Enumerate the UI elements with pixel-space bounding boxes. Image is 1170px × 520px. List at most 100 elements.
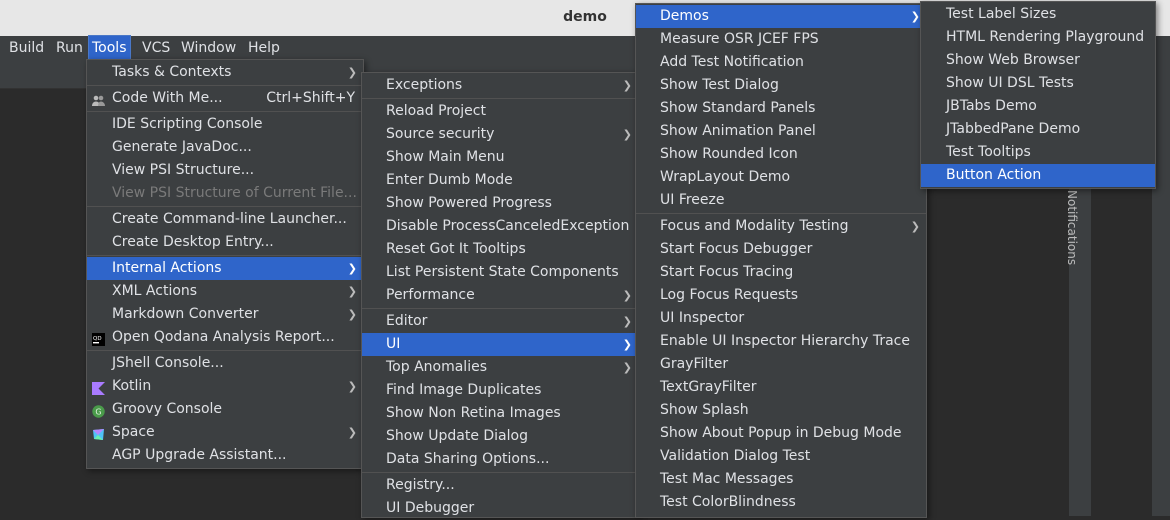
internal-item-ui-debugger[interactable]: UI Debugger (362, 497, 638, 520)
menu-item-label: Performance (386, 287, 475, 303)
chevron-right-icon: ❯ (622, 128, 632, 141)
menu-item-label: View PSI Structure... (112, 162, 255, 178)
menu-item-label: Show About Popup in Debug Mode (660, 425, 902, 441)
tools-item-kotlin[interactable]: Kotlin ❯ (87, 375, 363, 398)
ui-item-start-focus-tracing[interactable]: Start Focus Tracing (636, 261, 926, 284)
ui-item-start-focus-debugger[interactable]: Start Focus Debugger (636, 238, 926, 261)
internal-item-reload-project[interactable]: Reload Project (362, 100, 638, 123)
menu-item-label: Exceptions (386, 77, 463, 93)
tools-item-generate-javadoc[interactable]: Generate JavaDoc... (87, 136, 363, 159)
demos-item-test-label-sizes[interactable]: Test Label Sizes (921, 3, 1155, 26)
ui-item-demos[interactable]: Demos ❯ (636, 5, 926, 28)
ui-item-show-splash[interactable]: Show Splash (636, 399, 926, 422)
internal-item-show-main-menu[interactable]: Show Main Menu (362, 146, 638, 169)
internal-item-registry[interactable]: Registry... (362, 474, 638, 497)
ui-item-validation-dialog-test[interactable]: Validation Dialog Test (636, 445, 926, 468)
internal-item-show-non-retina-images[interactable]: Show Non Retina Images (362, 402, 638, 425)
ui-item-ui-inspector[interactable]: UI Inspector (636, 307, 926, 330)
tools-item-markdown-converter[interactable]: Markdown Converter ❯ (87, 303, 363, 326)
ui-item-textgrayfilter[interactable]: TextGrayFilter (636, 376, 926, 399)
tools-item-jshell-console[interactable]: JShell Console... (87, 352, 363, 375)
menu-run[interactable]: Run (53, 36, 86, 60)
tools-item-internal-actions[interactable]: Internal Actions ❯ (87, 257, 363, 280)
demos-item-jtabbedpane-demo[interactable]: JTabbedPane Demo (921, 118, 1155, 141)
internal-item-ui[interactable]: UI ❯ (362, 333, 638, 356)
menu-window[interactable]: Window (178, 36, 239, 60)
internal-item-enter-dumb-mode[interactable]: Enter Dumb Mode (362, 169, 638, 192)
ui-item-show-about-popup-in-debug-mode[interactable]: Show About Popup in Debug Mode (636, 422, 926, 445)
ui-item-show-rounded-icon[interactable]: Show Rounded Icon (636, 143, 926, 166)
internal-item-top-anomalies[interactable]: Top Anomalies ❯ (362, 356, 638, 379)
menu-separator (362, 472, 638, 473)
internal-item-find-image-duplicates[interactable]: Find Image Duplicates (362, 379, 638, 402)
chevron-right-icon: ❯ (347, 66, 357, 79)
internal-item-performance[interactable]: Performance ❯ (362, 284, 638, 307)
notifications-label[interactable]: Notifications (1065, 190, 1079, 265)
tools-item-create-desktop-entry[interactable]: Create Desktop Entry... (87, 231, 363, 254)
demos-item-button-action[interactable]: Button Action (921, 164, 1155, 187)
tools-item-xml-actions[interactable]: XML Actions ❯ (87, 280, 363, 303)
demos-item-jbtabs-demo[interactable]: JBTabs Demo (921, 95, 1155, 118)
menu-separator (636, 213, 926, 214)
menu-item-label: Tasks & Contexts (112, 64, 232, 80)
demos-item-html-rendering-playground[interactable]: HTML Rendering Playground (921, 26, 1155, 49)
menu-item-label: Markdown Converter (112, 306, 259, 322)
internal-item-exceptions[interactable]: Exceptions ❯ (362, 74, 638, 97)
ui-item-log-focus-requests[interactable]: Log Focus Requests (636, 284, 926, 307)
ui-item-show-standard-panels[interactable]: Show Standard Panels (636, 97, 926, 120)
chevron-right-icon: ❯ (622, 289, 632, 302)
menu-item-label: Groovy Console (112, 401, 223, 417)
tools-item-groovy-console[interactable]: G Groovy Console (87, 398, 363, 421)
tools-item-open-qodana-analysis-report[interactable]: QD Open Qodana Analysis Report... (87, 326, 363, 349)
internal-item-reset-got-it-tooltips[interactable]: Reset Got It Tooltips (362, 238, 638, 261)
menu-item-label: Focus and Modality Testing (660, 218, 849, 234)
tools-item-code-with-me[interactable]: Code With Me... Ctrl+Shift+Y (87, 87, 363, 110)
internal-item-editor[interactable]: Editor ❯ (362, 310, 638, 333)
demos-item-show-ui-dsl-tests[interactable]: Show UI DSL Tests (921, 72, 1155, 95)
menu-item-label: Add Test Notification (660, 54, 804, 70)
internal-item-list-persistent-state-components[interactable]: List Persistent State Components (362, 261, 638, 284)
demos-item-test-tooltips[interactable]: Test Tooltips (921, 141, 1155, 164)
tools-item-ide-scripting-console[interactable]: IDE Scripting Console (87, 113, 363, 136)
menu-item-label: Show UI DSL Tests (946, 75, 1074, 91)
menu-item-label: Disable ProcessCanceledException (386, 218, 630, 234)
ui-item-show-animation-panel[interactable]: Show Animation Panel (636, 120, 926, 143)
internal-item-show-update-dialog[interactable]: Show Update Dialog (362, 425, 638, 448)
tools-item-agp-upgrade-assistant[interactable]: AGP Upgrade Assistant... (87, 444, 363, 467)
menu-item-label: Test Tooltips (946, 144, 1031, 160)
svg-text:QD: QD (93, 336, 102, 342)
internal-item-source-security[interactable]: Source security ❯ (362, 123, 638, 146)
ui-item-show-test-dialog[interactable]: Show Test Dialog (636, 74, 926, 97)
ui-item-add-test-notification[interactable]: Add Test Notification (636, 51, 926, 74)
tools-item-create-command-line-launcher[interactable]: Create Command-line Launcher... (87, 208, 363, 231)
menu-vcs[interactable]: VCS (139, 36, 173, 60)
menu-separator (87, 111, 363, 112)
demos-item-show-web-browser[interactable]: Show Web Browser (921, 49, 1155, 72)
ui-item-enable-ui-inspector-hierarchy-trace[interactable]: Enable UI Inspector Hierarchy Trace (636, 330, 926, 353)
menu-build[interactable]: Build (6, 36, 47, 60)
tools-item-space[interactable]: Space ❯ (87, 421, 363, 444)
ui-item-test-mac-messages[interactable]: Test Mac Messages (636, 468, 926, 491)
ui-item-test-colorblindness[interactable]: Test ColorBlindness (636, 491, 926, 514)
kotlin-icon (92, 380, 105, 395)
tools-item-view-psi-structure[interactable]: View PSI Structure... (87, 159, 363, 182)
menu-item-label: UI Debugger (386, 500, 475, 516)
groovy-icon: G (92, 403, 105, 418)
ui-item-grayfilter[interactable]: GrayFilter (636, 353, 926, 376)
ui-item-focus-and-modality-testing[interactable]: Focus and Modality Testing ❯ (636, 215, 926, 238)
menu-tools[interactable]: Tools (88, 35, 131, 61)
ui-item-ui-freeze[interactable]: UI Freeze (636, 189, 926, 212)
internal-item-show-powered-progress[interactable]: Show Powered Progress (362, 192, 638, 215)
tools-item-tasks-contexts[interactable]: Tasks & Contexts ❯ (87, 61, 363, 84)
ui-item-measure-osr-jcef-fps[interactable]: Measure OSR JCEF FPS (636, 28, 926, 51)
menu-help[interactable]: Help (245, 36, 283, 60)
chevron-right-icon: ❯ (347, 308, 357, 321)
internal-item-disable-processcanceledexception[interactable]: Disable ProcessCanceledException (362, 215, 638, 238)
chevron-right-icon: ❯ (347, 285, 357, 298)
demos-menu: Test Label Sizes HTML Rendering Playgroun… (920, 1, 1156, 189)
internal-item-data-sharing-options[interactable]: Data Sharing Options... (362, 448, 638, 471)
menu-item-label: IDE Scripting Console (112, 116, 263, 132)
ui-item-wraplayout-demo[interactable]: WrapLayout Demo (636, 166, 926, 189)
menu-item-label: JShell Console... (112, 355, 224, 371)
tools-item-view-psi-structure-of-current-file[interactable]: View PSI Structure of Current File... (87, 182, 363, 205)
